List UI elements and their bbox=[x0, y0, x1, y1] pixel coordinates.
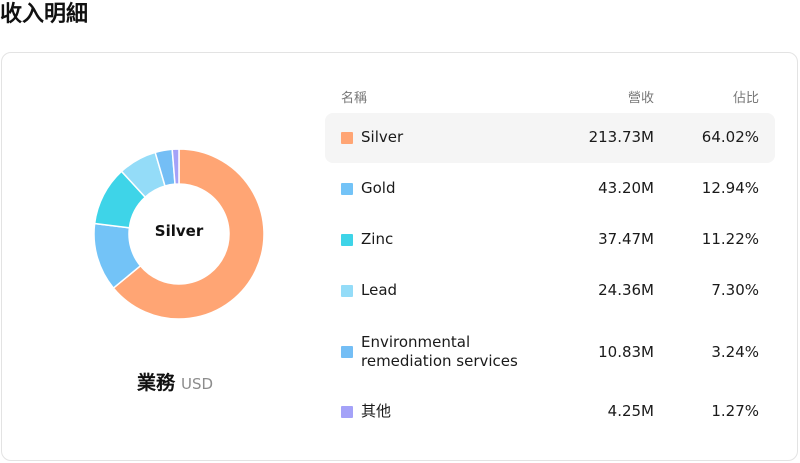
page-title: 收入明細 bbox=[0, 2, 89, 27]
row-revenue: 43.20M bbox=[598, 179, 654, 197]
row-revenue: 213.73M bbox=[588, 128, 654, 146]
table-row-silver[interactable]: Silver 213.73M 64.02% bbox=[325, 113, 775, 163]
currency-unit: USD bbox=[180, 375, 214, 393]
table-row-environmental-remediation[interactable]: Environmental remediation services 10.83… bbox=[325, 318, 775, 386]
row-share: 11.22% bbox=[701, 230, 759, 248]
row-revenue: 10.83M bbox=[598, 343, 654, 361]
row-share: 3.24% bbox=[711, 343, 759, 361]
row-share: 64.02% bbox=[701, 128, 759, 146]
segment-label: 業務 bbox=[136, 372, 175, 394]
column-header-revenue: 營收 bbox=[627, 91, 654, 106]
row-name: Zinc bbox=[361, 230, 394, 248]
donut-center-label: Silver bbox=[154, 222, 204, 240]
row-share: 1.27% bbox=[711, 402, 759, 420]
legend-swatch bbox=[341, 132, 353, 144]
legend-swatch bbox=[341, 346, 353, 358]
row-revenue: 24.36M bbox=[598, 281, 654, 299]
row-name: 其他 bbox=[361, 402, 392, 420]
table-row-gold[interactable]: Gold 43.20M 12.94% bbox=[325, 164, 775, 214]
row-name: Lead bbox=[361, 281, 398, 299]
column-header-name: 名稱 bbox=[341, 91, 368, 106]
table-row-zinc[interactable]: Zinc 37.47M 11.22% bbox=[325, 215, 775, 265]
row-share: 12.94% bbox=[701, 179, 759, 197]
row-name: Environmental remediation services bbox=[361, 333, 518, 370]
row-revenue: 37.47M bbox=[598, 230, 654, 248]
column-header-share: 佔比 bbox=[732, 91, 759, 106]
legend-swatch bbox=[341, 234, 353, 246]
chart-caption: 業務 USD bbox=[0, 368, 350, 395]
row-share: 7.30% bbox=[711, 281, 759, 299]
table-row-other[interactable]: 其他 4.25M 1.27% bbox=[325, 387, 775, 437]
table-row-lead[interactable]: Lead 24.36M 7.30% bbox=[325, 266, 775, 316]
legend-swatch bbox=[341, 285, 353, 297]
row-revenue: 4.25M bbox=[607, 402, 654, 420]
row-name: Silver bbox=[361, 128, 404, 146]
legend-swatch bbox=[341, 183, 353, 195]
row-name: Gold bbox=[361, 179, 396, 197]
legend-swatch bbox=[341, 406, 353, 418]
